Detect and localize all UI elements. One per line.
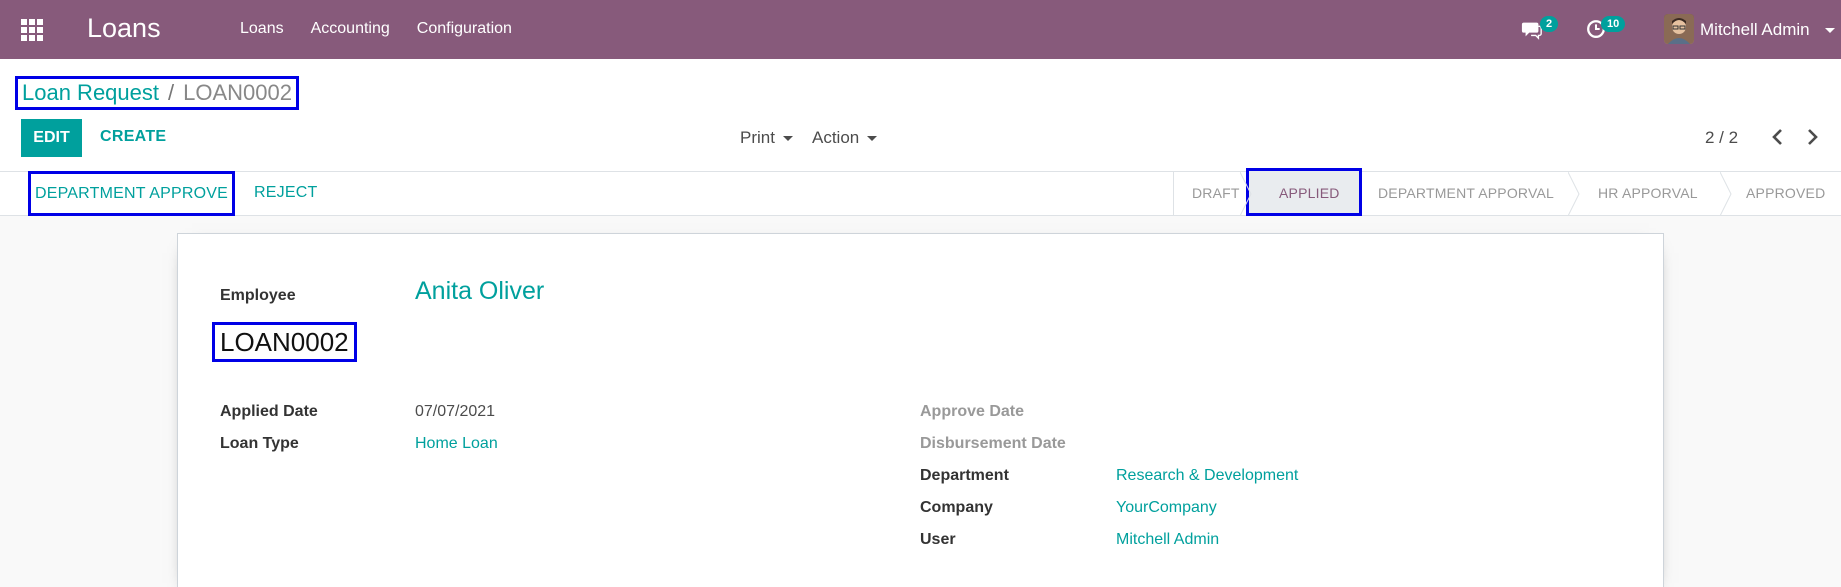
create-button[interactable]: CREATE (100, 128, 166, 146)
approve-date-label: Approve Date (920, 403, 1025, 420)
company-value-link[interactable]: YourCompany (1116, 499, 1217, 517)
user-menu-caret-icon[interactable] (1825, 28, 1835, 33)
main-menu: Loans Accounting Configuration (240, 20, 539, 38)
stage-draft[interactable]: DRAFT (1192, 185, 1240, 201)
stage-hr-apporval[interactable]: HR APPORVAL (1598, 185, 1698, 201)
breadcrumb-current: LOAN0002 (183, 80, 292, 105)
menu-item-loans[interactable]: Loans (240, 20, 284, 38)
loan-type-label: Loan Type (220, 435, 299, 452)
pager-previous-icon[interactable] (1770, 128, 1786, 146)
department-value-link[interactable]: Research & Development (1116, 467, 1298, 485)
pager-value[interactable]: 2 / 2 (1705, 128, 1738, 148)
edit-button[interactable]: EDIT (21, 119, 82, 157)
user-menu-name[interactable]: Mitchell Admin (1700, 20, 1810, 40)
stage-approved[interactable]: APPROVED (1746, 185, 1825, 201)
disbursement-date-label: Disbursement Date (920, 435, 1066, 452)
action-dropdown[interactable]: Action (812, 128, 878, 148)
apps-menu-icon[interactable] (21, 19, 45, 41)
employee-label: Employee (220, 287, 296, 304)
user-value-link[interactable]: Mitchell Admin (1116, 531, 1219, 549)
action-dropdown-label: Action (812, 128, 860, 147)
menu-item-accounting[interactable]: Accounting (311, 20, 390, 38)
stage-arrow-icon (1568, 172, 1580, 216)
department-approve-button[interactable]: DEPARTMENT APPROVE (28, 171, 235, 216)
top-navbar: Loans Loans Accounting Configuration 2 1… (0, 0, 1841, 59)
company-label: Company (920, 499, 993, 516)
loan-reference-title: LOAN0002 (212, 322, 357, 362)
breadcrumb-parent-link[interactable]: Loan Request (22, 80, 159, 106)
applied-date-label: Applied Date (220, 403, 318, 420)
print-caret-icon (782, 136, 793, 142)
reject-button[interactable]: REJECT (254, 184, 317, 202)
print-dropdown-label: Print (740, 128, 775, 147)
menu-item-configuration[interactable]: Configuration (417, 20, 512, 38)
print-dropdown[interactable]: Print (740, 128, 793, 148)
action-caret-icon (867, 136, 878, 142)
department-label: Department (920, 467, 1009, 484)
breadcrumb-separator: / (168, 80, 175, 105)
stage-arrow-icon (1720, 172, 1732, 216)
stage-applied-label: APPLIED (1279, 185, 1340, 201)
applied-date-value[interactable]: 07/07/2021 (415, 403, 495, 421)
stage-department-apporval[interactable]: DEPARTMENT APPORVAL (1378, 185, 1554, 201)
activities-count-badge: 10 (1601, 16, 1626, 32)
pager-next-icon[interactable] (1804, 128, 1820, 146)
user-label: User (920, 531, 956, 548)
loan-type-value-link[interactable]: Home Loan (415, 435, 498, 453)
breadcrumb: Loan Request / LOAN0002 (15, 76, 299, 110)
user-avatar[interactable] (1664, 14, 1694, 44)
stage-arrow-icon (1240, 172, 1252, 216)
app-brand: Loans (87, 13, 161, 43)
messages-count-badge: 2 (1540, 16, 1559, 32)
employee-value-link[interactable]: Anita Oliver (415, 277, 544, 306)
